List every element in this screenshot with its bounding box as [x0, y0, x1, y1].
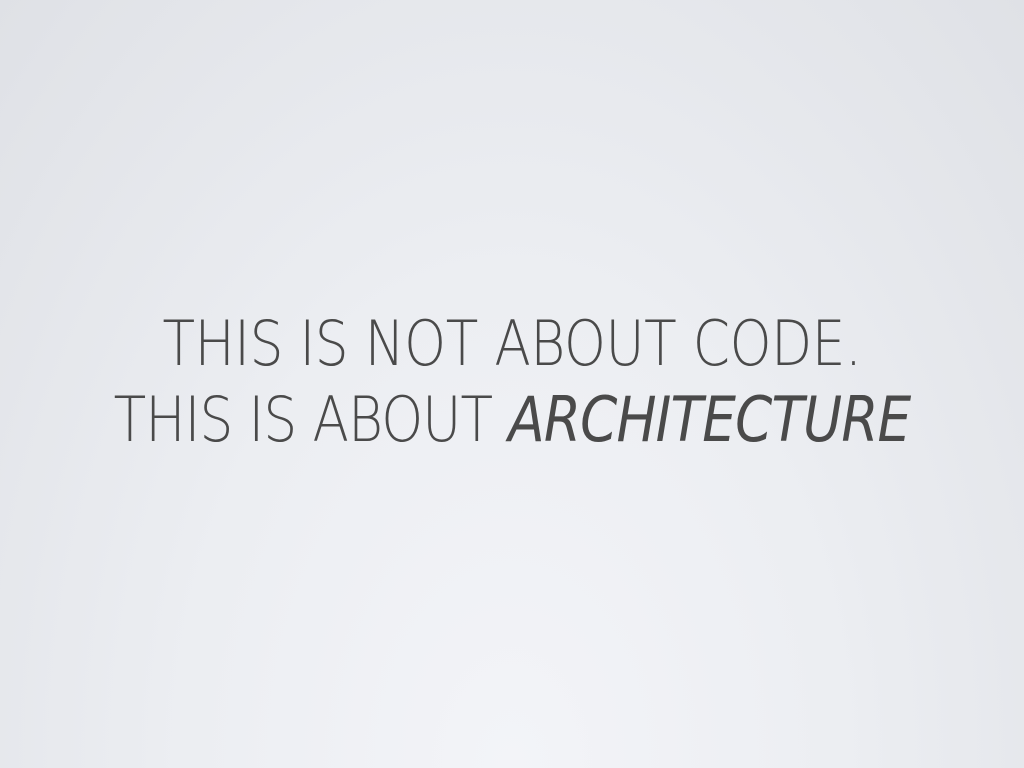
headline-line-2-prefix: THIS IS ABOUT — [113, 383, 509, 456]
headline-line-2: THIS IS ABOUT ARCHITECTURE — [72, 382, 953, 458]
headline-emphasis: ARCHITECTURE — [508, 383, 911, 456]
headline-line-1: THIS IS NOT ABOUT CODE. — [162, 307, 862, 380]
slide-body: THIS IS NOT ABOUT CODE. THIS IS ABOUT AR… — [0, 306, 1024, 458]
slide: THIS IS NOT ABOUT CODE. THIS IS ABOUT AR… — [0, 0, 1024, 768]
